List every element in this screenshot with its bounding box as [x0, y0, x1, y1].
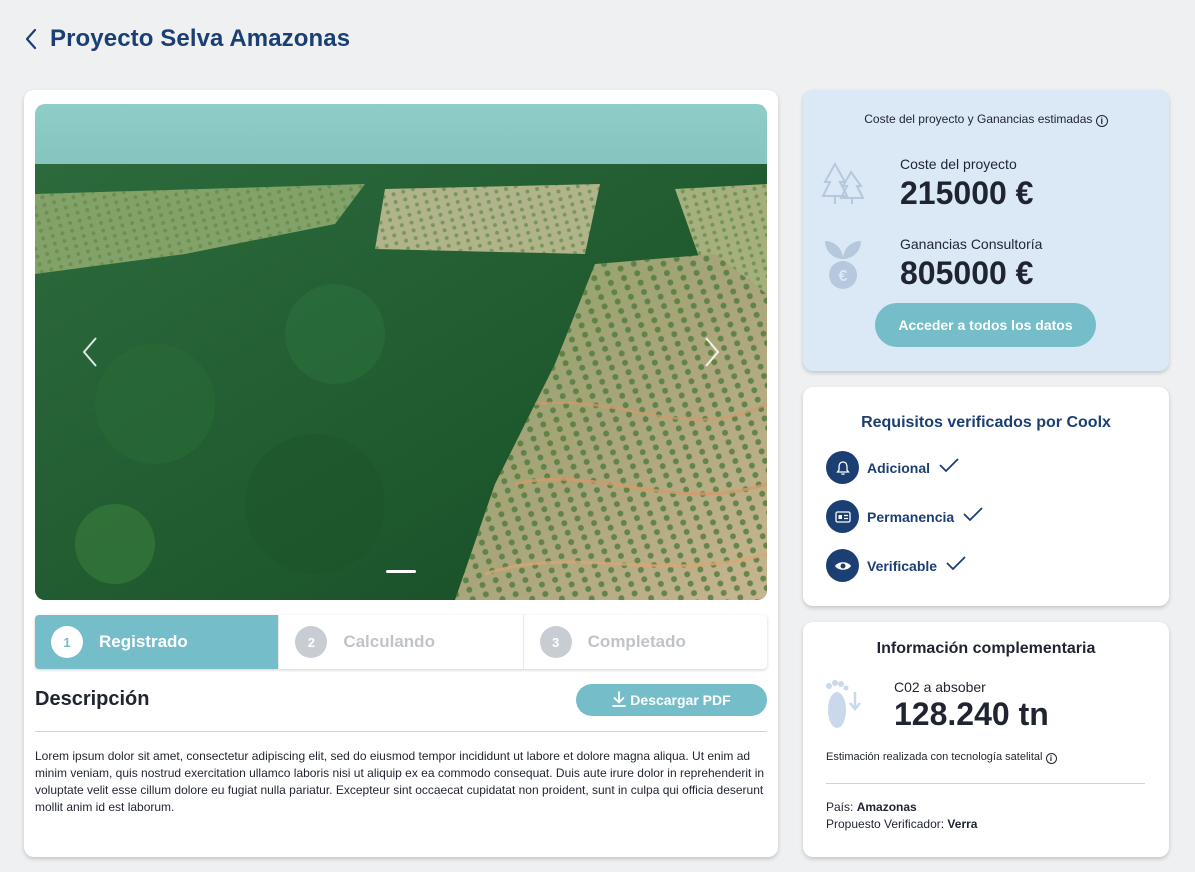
requirement-verificable: Verificable — [826, 549, 967, 582]
requirement-label: Adicional — [867, 459, 931, 476]
download-icon — [612, 690, 627, 710]
id-card-icon — [826, 500, 859, 533]
description-text: Lorem ipsum dolor sit amet, consectetur … — [35, 749, 765, 814]
country-label: País: — [826, 800, 854, 814]
requirement-label: Permanencia — [867, 508, 955, 525]
estimation-text: Estimación realizada con tecnología sate… — [826, 751, 1043, 763]
forest-aerial-image — [35, 104, 767, 600]
step-number: 3 — [539, 626, 572, 658]
requirement-permanencia: Permanencia — [826, 500, 984, 533]
cost-card: Coste del proyecto y Ganancias estimadas… — [803, 90, 1169, 371]
co2-label: C02 a absober — [894, 679, 986, 695]
download-pdf-label: Descargar PDF — [630, 692, 731, 708]
eye-icon — [826, 549, 859, 582]
country-value: Amazonas — [856, 800, 917, 814]
requirement-label: Verificable — [867, 557, 938, 574]
step-number: 1 — [51, 626, 83, 658]
info-title: Información complementaria — [876, 640, 1096, 657]
chevron-left-icon — [24, 24, 42, 54]
step-registrado[interactable]: 1 Registrado — [35, 615, 280, 669]
euro-plant-icon: € — [821, 235, 865, 289]
estimation-note: Estimación realizada con tecnología sate… — [826, 751, 1057, 764]
project-cost-label: Coste del proyecto — [900, 156, 1017, 172]
check-icon — [962, 506, 984, 527]
step-calculando[interactable]: 2 Calculando — [279, 615, 524, 669]
svg-text:€: € — [839, 268, 848, 285]
access-all-data-button[interactable]: Acceder a todos los datos — [875, 303, 1096, 347]
bell-icon — [826, 451, 859, 484]
progress-steps: 1 Registrado 2 Calculando 3 Completado — [35, 615, 767, 669]
back-button[interactable]: Proyecto Selva Amazonas — [24, 24, 350, 54]
check-icon — [945, 555, 967, 576]
step-completado[interactable]: 3 Completado — [524, 615, 767, 669]
step-label: Completado — [587, 632, 686, 651]
verifier-value: Verra — [947, 817, 978, 831]
description-title: Descripción — [35, 688, 150, 710]
verifier-label: Propuesto Verificador: — [826, 817, 945, 831]
project-main-card: 1 Registrado 2 Calculando 3 Completado D… — [24, 90, 778, 857]
page-title: Proyecto Selva Amazonas — [50, 25, 351, 52]
download-pdf-button[interactable]: Descargar PDF — [576, 684, 767, 716]
requirements-title: Requisitos verificados por Coolx — [861, 414, 1111, 431]
image-carousel[interactable] — [35, 104, 767, 600]
step-label: Registrado — [99, 632, 188, 651]
country-row: País: Amazonas — [826, 800, 917, 814]
divider — [826, 783, 1145, 784]
earnings-value: 805000 € — [900, 255, 1034, 291]
step-number: 2 — [295, 626, 328, 658]
complementary-info-card: Información complementaria C02 a absober… — [803, 622, 1169, 857]
footprint-icon — [823, 678, 863, 738]
check-icon — [938, 457, 960, 478]
requirements-card: Requisitos verificados por Coolx Adicion… — [803, 387, 1169, 606]
earnings-label: Ganancias Consultoría — [900, 236, 1043, 252]
step-label: Calculando — [343, 632, 435, 651]
carousel-next-icon[interactable] — [699, 334, 723, 370]
carousel-prev-icon[interactable] — [79, 334, 103, 370]
project-cost-value: 215000 € — [900, 175, 1034, 211]
requirement-adicional: Adicional — [826, 451, 960, 484]
co2-value: 128.240 tn — [894, 696, 1049, 732]
divider — [35, 731, 767, 732]
info-icon[interactable]: i — [1095, 115, 1108, 127]
verifier-row: Propuesto Verificador: Verra — [826, 817, 977, 831]
cost-heading: Coste del proyecto y Ganancias estimadas… — [803, 112, 1169, 127]
trees-icon — [821, 160, 865, 210]
info-icon[interactable]: i — [1045, 753, 1057, 764]
carousel-indicator[interactable] — [386, 570, 416, 573]
cost-heading-text: Coste del proyecto y Ganancias estimadas — [864, 112, 1093, 126]
